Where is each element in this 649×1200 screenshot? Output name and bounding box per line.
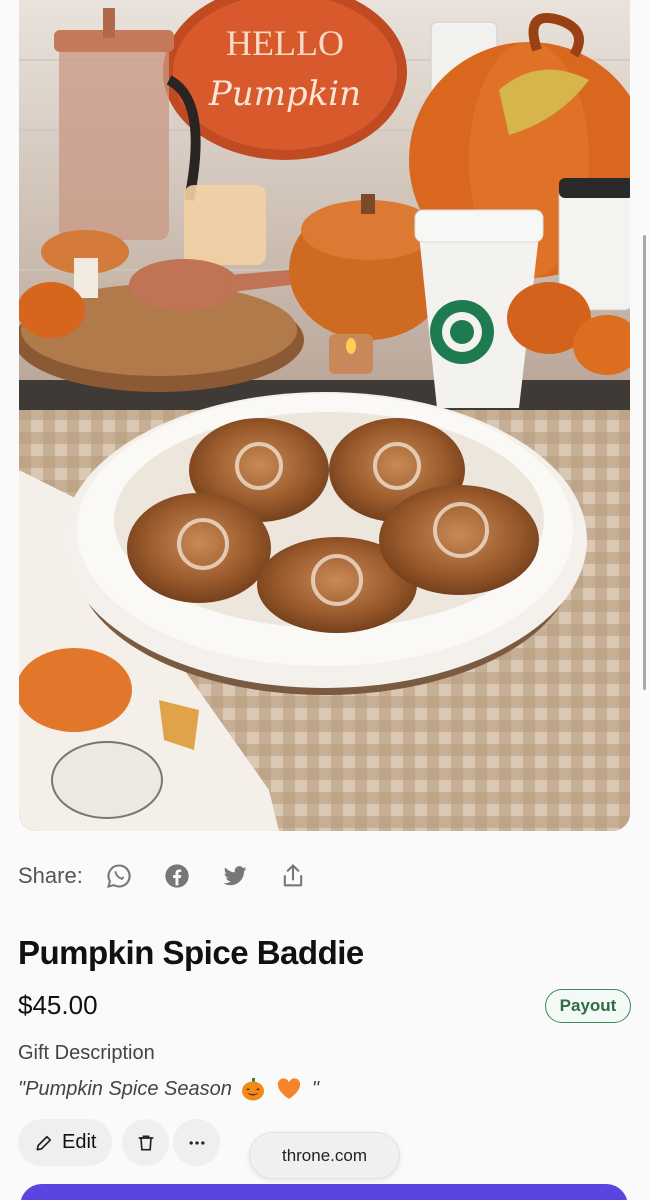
share-label: Share: — [18, 863, 83, 888]
description-quote-text: "Pumpkin Spice Season — [18, 1077, 232, 1100]
ellipsis-icon — [189, 1140, 205, 1145]
primary-action-button[interactable] — [20, 1184, 628, 1200]
pencil-icon — [36, 1135, 52, 1150]
twitter-icon[interactable] — [217, 858, 253, 894]
product-image[interactable]: HELLO Pumpkin — [19, 0, 630, 831]
whatsapp-icon[interactable] — [101, 858, 137, 894]
action-row: Edit — [18, 1119, 221, 1166]
description-quote-end: " — [311, 1077, 319, 1100]
trash-icon — [138, 1135, 154, 1150]
product-price: $45.00 — [18, 990, 98, 1020]
share-upload-icon[interactable] — [275, 858, 311, 894]
share-row: Share: — [18, 858, 333, 894]
product-title: Pumpkin Spice Baddie — [18, 934, 364, 971]
edit-button-label: Edit — [62, 1131, 97, 1153]
sign-text-hello: HELLO — [226, 23, 344, 63]
facebook-icon[interactable] — [159, 858, 195, 894]
gift-description-label: Gift Description — [18, 1042, 155, 1064]
sign-text-pumpkin: Pumpkin — [208, 74, 361, 114]
more-options-button[interactable] — [173, 1119, 221, 1166]
orange-heart-icon — [277, 1078, 300, 1099]
edit-button[interactable]: Edit — [18, 1119, 113, 1166]
gift-description-text: "Pumpkin Spice Season " — [18, 1076, 319, 1102]
delete-button[interactable] — [122, 1119, 170, 1166]
payout-badge[interactable]: Payout — [545, 989, 631, 1023]
scrollbar[interactable] — [643, 235, 646, 690]
jack-o-lantern-icon — [241, 1078, 264, 1101]
browser-url-bar[interactable]: throne.com — [249, 1132, 400, 1179]
